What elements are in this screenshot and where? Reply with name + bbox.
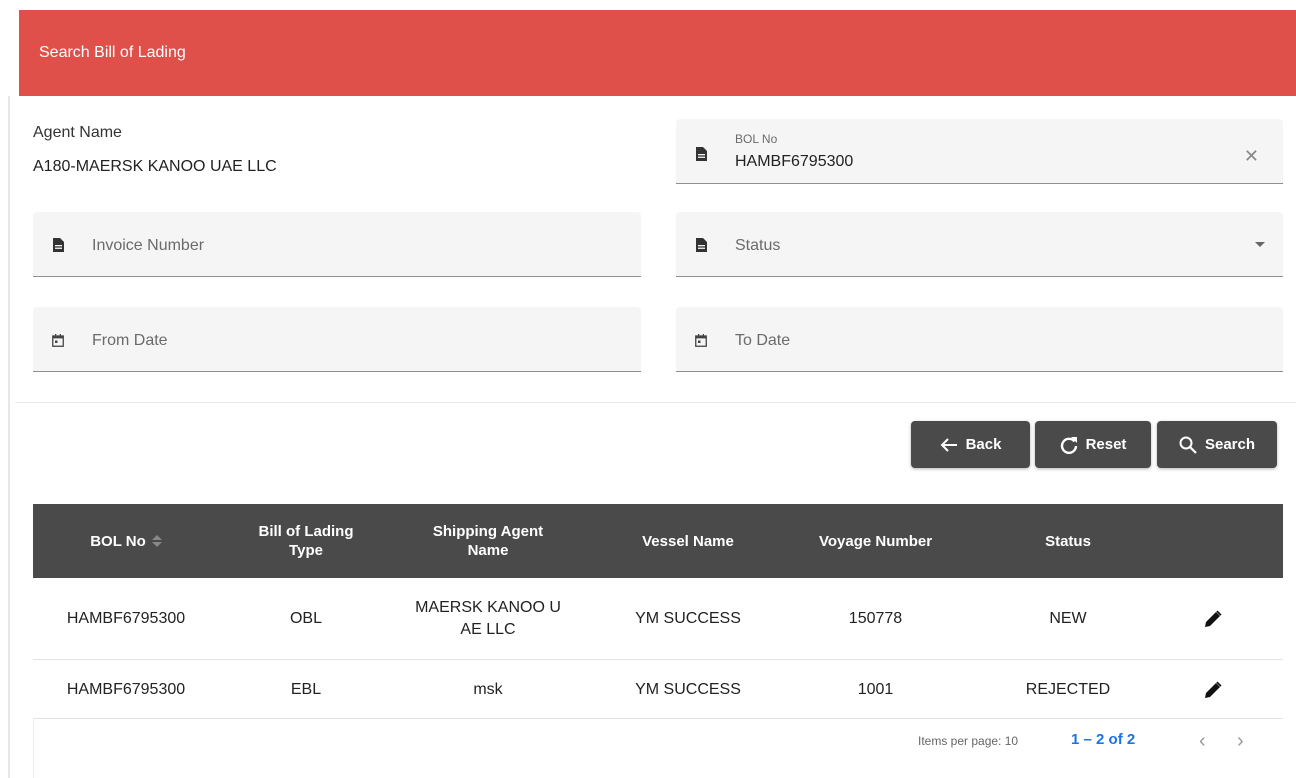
cell-agent: MAERSK KANOO U AE LLC <box>415 599 561 638</box>
page-range: 1 – 2 of 2 <box>1071 731 1136 748</box>
arrow-left-icon <box>940 437 957 452</box>
cell-bol-no: HAMBF6795300 <box>66 610 186 627</box>
back-button[interactable]: Back <box>911 421 1030 468</box>
refresh-icon <box>1060 436 1077 454</box>
page-title: Search Bill of Lading <box>39 44 186 61</box>
document-icon <box>694 146 708 162</box>
agent-name-label: Agent Name <box>33 124 122 141</box>
section-divider <box>15 402 1296 403</box>
cell-voyage: 1001 <box>857 680 894 698</box>
table-row: HAMBF6795300 EBL msk YM SUCCESS 1001 REJ… <box>33 660 1283 719</box>
table-header: BOL No Bill of Lading Type Shipping Agen… <box>33 504 1283 578</box>
items-per-page[interactable]: Items per page: 10 <box>918 734 1018 748</box>
chevron-left-icon[interactable]: ‹ <box>1199 730 1206 753</box>
agent-name-field: Agent Name A180-MAERSK KANOO UAE LLC <box>33 124 277 176</box>
column-header-agent: Shipping Agent Name <box>432 523 544 559</box>
cell-vessel: YM SUCCESS <box>635 610 741 627</box>
cell-type: OBL <box>289 610 322 627</box>
reset-button[interactable]: Reset <box>1035 421 1151 468</box>
cell-agent: msk <box>473 680 503 698</box>
paginator: Items per page: 10 1 – 2 of 2 ‹ › <box>33 718 1283 778</box>
column-header-vessel: Vessel Name <box>642 532 734 550</box>
cell-type: EBL <box>290 680 322 698</box>
sort-icon[interactable] <box>151 535 162 547</box>
chevron-right-icon[interactable]: › <box>1237 730 1244 753</box>
bol-no-input[interactable]: HAMBF6795300 <box>735 153 853 171</box>
to-date-input[interactable]: To Date <box>735 332 790 350</box>
status-select[interactable]: Status <box>676 212 1283 277</box>
from-date-input[interactable]: From Date <box>92 332 168 350</box>
cell-vessel: YM SUCCESS <box>635 680 741 698</box>
status-placeholder: Status <box>735 237 781 254</box>
bol-no-field[interactable]: BOL No HAMBF6795300 ✕ <box>676 119 1283 184</box>
column-header-bol-type: Bill of Lading Type <box>258 523 354 559</box>
column-header-bol-no[interactable]: BOL No <box>33 504 219 578</box>
document-icon <box>51 237 65 253</box>
document-icon <box>694 237 708 253</box>
invoice-number-input[interactable]: Invoice Number <box>92 237 204 255</box>
edit-icon[interactable] <box>1198 578 1228 660</box>
edit-icon[interactable] <box>1198 660 1228 719</box>
calendar-icon[interactable] <box>694 332 708 348</box>
column-header-status: Status <box>1045 532 1091 550</box>
results-table: BOL No Bill of Lading Type Shipping Agen… <box>33 504 1283 719</box>
page-header: Search Bill of Lading <box>19 10 1296 96</box>
search-button[interactable]: Search <box>1157 421 1277 468</box>
table-row: HAMBF6795300 OBL MAERSK KANOO U AE LLC Y… <box>33 578 1283 660</box>
bol-no-label: BOL No <box>735 132 778 146</box>
agent-name-value: A180-MAERSK KANOO UAE LLC <box>33 158 277 175</box>
cell-status: NEW <box>1049 610 1087 627</box>
calendar-icon[interactable] <box>51 332 65 348</box>
cell-voyage: 150778 <box>848 610 903 627</box>
to-date-field[interactable]: To Date <box>676 307 1283 372</box>
back-button-label: Back <box>965 436 1002 453</box>
search-icon <box>1179 436 1197 454</box>
invoice-number-field[interactable]: Invoice Number <box>33 212 641 277</box>
top-strip <box>0 0 1296 10</box>
search-button-label: Search <box>1204 436 1256 453</box>
column-header-voyage: Voyage Number <box>818 532 933 550</box>
close-icon[interactable]: ✕ <box>1244 146 1259 167</box>
reset-button-label: Reset <box>1085 436 1127 453</box>
cell-bol-no: HAMBF6795300 <box>66 680 186 698</box>
left-border <box>8 96 10 778</box>
from-date-field[interactable]: From Date <box>33 307 641 372</box>
cell-status: REJECTED <box>1025 680 1111 698</box>
chevron-down-icon[interactable] <box>1255 242 1265 247</box>
